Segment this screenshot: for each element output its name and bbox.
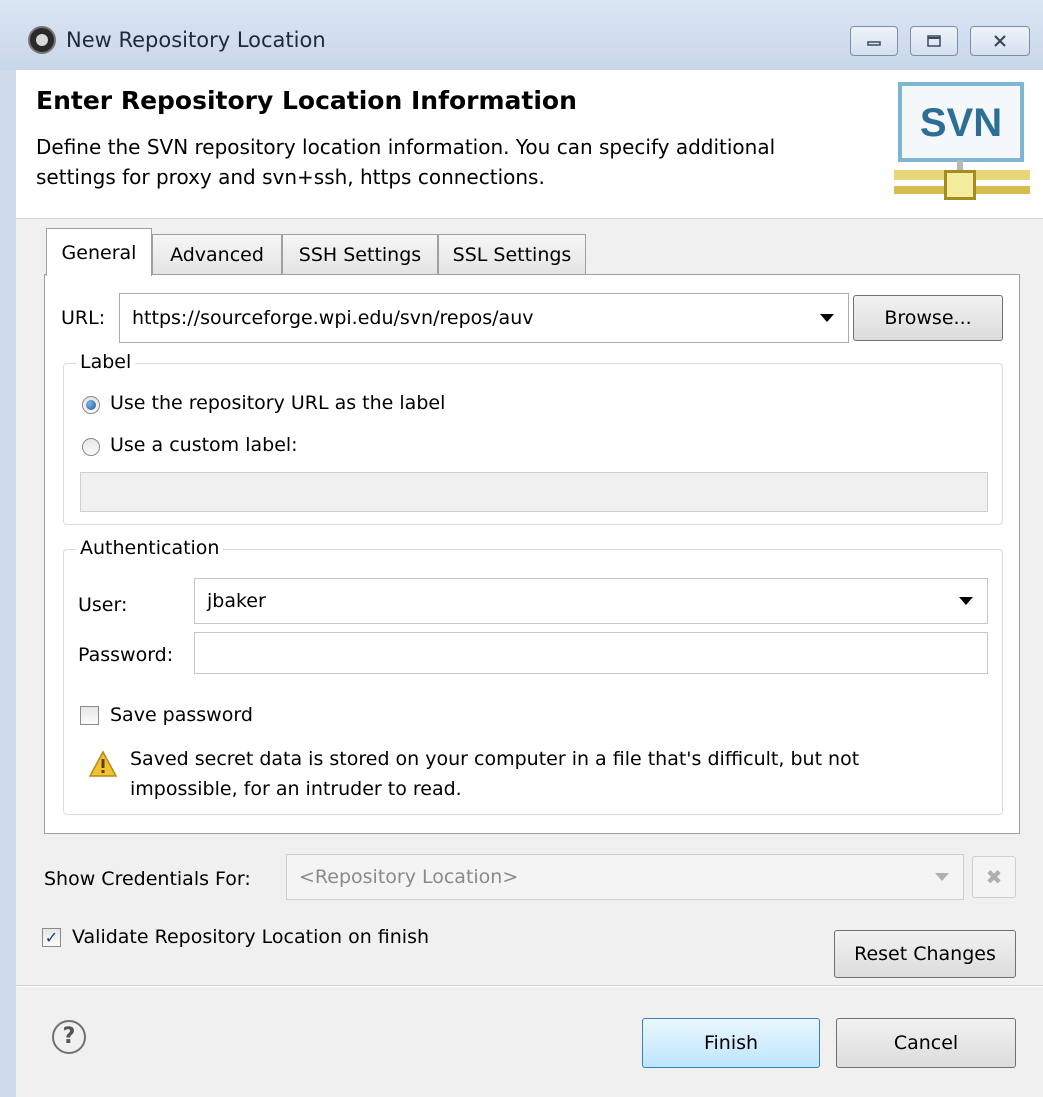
tab-ssl-settings[interactable]: SSL Settings: [438, 234, 586, 274]
cancel-button-label: Cancel: [893, 1032, 959, 1054]
delete-icon: ✖: [985, 865, 1003, 889]
wizard-header: Enter Repository Location Information De…: [16, 70, 1043, 219]
dialog-client-area: Enter Repository Location Information De…: [16, 70, 1043, 1097]
save-password-label[interactable]: Save password: [110, 704, 253, 726]
window-title: New Repository Location: [66, 28, 326, 52]
url-value: https://sourceforge.wpi.edu/svn/repos/au…: [132, 307, 534, 329]
tab-advanced[interactable]: Advanced: [152, 234, 282, 274]
label-group-title: Label: [76, 351, 136, 373]
password-field[interactable]: [194, 632, 988, 674]
title-bar[interactable]: New Repository Location: [0, 0, 1043, 70]
authentication-group: Authentication User: jbaker Password: Sa…: [63, 537, 1003, 815]
url-combo[interactable]: https://sourceforge.wpi.edu/svn/repos/au…: [119, 293, 849, 343]
dialog-window: New Repository Location Enter Repository…: [0, 0, 1043, 1097]
credentials-combo[interactable]: <Repository Location>: [286, 854, 964, 900]
tab-ssh-label: SSH Settings: [298, 243, 422, 266]
minimize-button[interactable]: [850, 26, 898, 56]
svn-logo-text: SVN: [898, 82, 1024, 162]
tab-advanced-label: Advanced: [170, 243, 264, 266]
authentication-group-title: Authentication: [76, 537, 224, 559]
show-credentials-label: Show Credentials For:: [44, 868, 251, 890]
tab-ssl-label: SSL Settings: [452, 243, 572, 266]
password-label: Password:: [78, 644, 174, 666]
save-password-checkbox[interactable]: [80, 706, 99, 725]
help-icon[interactable]: ?: [52, 1020, 86, 1054]
validate-label[interactable]: Validate Repository Location on finish: [72, 926, 429, 948]
footer-separator: [16, 985, 1043, 987]
custom-label-input[interactable]: [80, 472, 988, 512]
maximize-icon: [927, 35, 941, 47]
validate-checkbox[interactable]: ✓: [42, 928, 61, 947]
user-value: jbaker: [207, 590, 266, 612]
cancel-button[interactable]: Cancel: [836, 1018, 1016, 1068]
tab-ssh-settings[interactable]: SSH Settings: [282, 234, 438, 274]
warning-text: Saved secret data is stored on your comp…: [130, 748, 860, 800]
tab-general[interactable]: General: [46, 228, 152, 276]
custom-label-text[interactable]: Use a custom label:: [110, 434, 298, 456]
close-button[interactable]: [970, 26, 1030, 56]
svn-logo: SVN: [884, 78, 1034, 208]
close-icon: [994, 35, 1006, 47]
chevron-down-icon[interactable]: [820, 314, 834, 322]
credentials-value: <Repository Location>: [299, 866, 519, 888]
warning-icon: [88, 750, 118, 777]
finish-button-label: Finish: [703, 1032, 759, 1054]
clear-credentials-button[interactable]: ✖: [972, 856, 1016, 898]
label-group: Label Use the repository URL as the labe…: [63, 351, 1003, 525]
eclipse-app-icon: [28, 26, 56, 54]
page-description: Define the SVN repository location infor…: [36, 135, 776, 189]
use-url-label-text[interactable]: Use the repository URL as the label: [110, 392, 445, 414]
user-combo[interactable]: jbaker: [194, 578, 988, 624]
maximize-button[interactable]: [910, 26, 958, 56]
radio-use-url-label[interactable]: [82, 396, 100, 414]
chevron-down-icon[interactable]: [959, 597, 973, 605]
finish-button[interactable]: Finish: [642, 1018, 820, 1068]
minimize-icon: [867, 41, 881, 46]
browse-button-label: Browse...: [884, 307, 972, 329]
browse-button[interactable]: Browse...: [853, 295, 1003, 341]
page-title: Enter Repository Location Information: [36, 86, 577, 115]
url-label: URL:: [61, 307, 106, 329]
reset-changes-label: Reset Changes: [854, 943, 996, 965]
reset-changes-button[interactable]: Reset Changes: [834, 930, 1016, 978]
user-label: User:: [78, 594, 128, 616]
chevron-down-icon[interactable]: [935, 873, 949, 881]
tab-general-label: General: [61, 241, 137, 264]
radio-custom-label[interactable]: [82, 438, 100, 456]
general-tab-panel: URL: https://sourceforge.wpi.edu/svn/rep…: [44, 274, 1020, 834]
